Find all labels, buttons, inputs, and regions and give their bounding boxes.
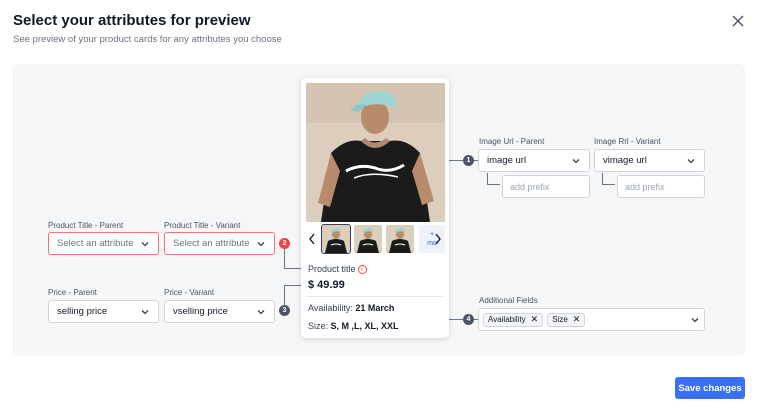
price-parent-label: Price - Parent — [48, 288, 97, 297]
info-icon: i — [357, 265, 367, 275]
chevron-down-icon — [687, 158, 695, 163]
step-badge-3: 3 — [279, 305, 290, 316]
close-icon[interactable] — [730, 13, 746, 29]
image-url-variant-label: Image Rrl - Variant — [594, 137, 661, 146]
product-price: $ 49.99 — [308, 279, 345, 291]
product-title-parent-label: Product Title - Parent — [48, 221, 124, 230]
image-connector-line — [474, 160, 478, 161]
chevron-down-icon — [257, 309, 265, 314]
product-title-parent-select[interactable]: Select an attribute — [48, 232, 159, 255]
product-title-variant-select[interactable]: Select an attribute — [164, 232, 275, 255]
thumbnail-3[interactable] — [386, 225, 414, 253]
chip-availability: Availability ✕ — [483, 312, 544, 327]
availability-value: 21 March — [355, 303, 395, 313]
additional-fields-chips: Availability ✕ Size ✕ — [483, 312, 690, 327]
image-url-parent-label: Image Url - Parent — [479, 137, 545, 146]
size-row: Size: S, M ,L, XL, XXL — [308, 321, 399, 331]
product-title-variant-label: Product Title - Variant — [164, 221, 241, 230]
chevron-left-icon[interactable] — [307, 232, 317, 246]
chevron-down-icon — [141, 241, 149, 246]
chevron-right-icon[interactable] — [433, 232, 443, 246]
product-image — [306, 83, 445, 222]
prefix-connector — [487, 173, 500, 185]
price-variant-value: vselling price — [173, 306, 228, 317]
remove-chip-icon[interactable]: ✕ — [573, 314, 581, 325]
price-parent-select[interactable]: selling price — [48, 300, 159, 323]
save-changes-button[interactable]: Save changes — [675, 377, 745, 399]
price-variant-label: Price - Variant — [164, 288, 215, 297]
price-parent-value: selling price — [57, 306, 108, 317]
step-badge-4: 4 — [463, 314, 474, 325]
modal-title: Select your attributes for preview — [13, 12, 251, 29]
step-badge-1: 1 — [463, 155, 474, 166]
chip-label: Size — [552, 315, 568, 324]
additional-fields-label: Additional Fields — [479, 296, 538, 305]
image-url-variant-value: vimage url — [603, 155, 647, 166]
size-value: S, M ,L, XL, XXL — [330, 321, 399, 331]
size-label: Size: — [308, 321, 329, 331]
price-variant-select[interactable]: vselling price — [164, 300, 275, 323]
image-url-parent-select[interactable]: image url — [478, 149, 590, 172]
prefix-connector — [602, 173, 615, 185]
thumbnail-row: + mo — [306, 224, 445, 255]
chip-label: Availability — [488, 315, 526, 324]
product-title-parent-placeholder: Select an attribute — [57, 238, 134, 249]
chevron-down-icon — [141, 309, 149, 314]
image-url-variant-select[interactable]: vimage url — [594, 149, 705, 172]
image-url-variant-prefix-input[interactable]: add prefix — [617, 175, 705, 198]
chip-size: Size ✕ — [547, 312, 586, 327]
image-url-parent-prefix-input[interactable]: add prefix — [502, 175, 590, 198]
product-card-preview: + mo Product title i $ 49.99 Availability… — [301, 78, 449, 338]
availability-label: Availability: — [308, 303, 353, 313]
product-title-variant-placeholder: Select an attribute — [173, 238, 250, 249]
chevron-down-icon — [691, 317, 699, 322]
thumbnail-2[interactable] — [354, 225, 382, 253]
step-badge-2: 2 — [279, 238, 290, 249]
chevron-down-icon — [572, 158, 580, 163]
availability-row: Availability: 21 March — [308, 303, 394, 313]
image-url-parent-value: image url — [487, 155, 527, 166]
product-title-text: Product title — [308, 264, 356, 274]
remove-chip-icon[interactable]: ✕ — [531, 314, 539, 325]
product-title-row: Product title i — [308, 264, 367, 275]
modal-subtitle: See preview of your product cards for an… — [13, 34, 282, 45]
fields-connector-line — [474, 319, 478, 320]
chevron-down-icon — [257, 241, 265, 246]
thumbnail-1[interactable] — [321, 224, 351, 254]
card-divider — [306, 296, 445, 297]
additional-fields-select[interactable]: Availability ✕ Size ✕ — [478, 308, 705, 331]
